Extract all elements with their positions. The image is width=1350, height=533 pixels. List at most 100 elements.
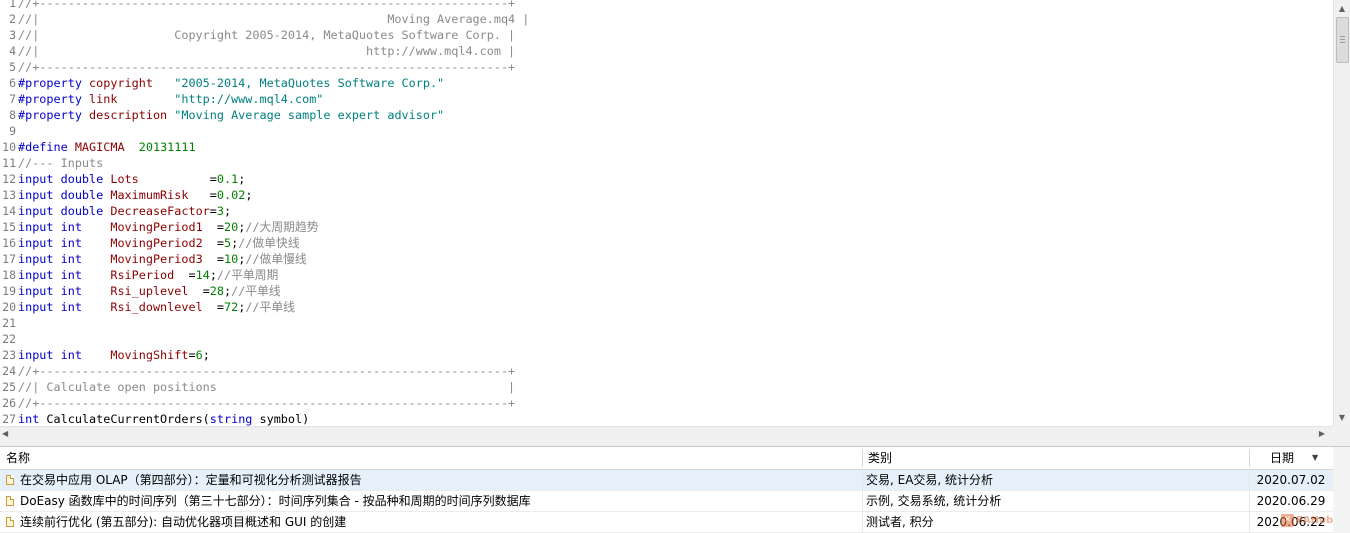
code-token: input int [18,284,111,298]
articles-list: 名称 类别 日期 ▼ 在交易中应用 OLAP（第四部分）：定量和可视化分析测试器… [0,447,1350,533]
code-token: link [89,92,175,106]
code-token: //平单线 [245,300,295,314]
code-line[interactable]: 24//+-----------------------------------… [0,363,529,379]
code-token: //| Copyright 2005-2014, MetaQuotes Soft… [18,28,516,42]
code-line[interactable]: 6 #property copyright "2005-2014, MetaQuo… [0,75,529,91]
code-token: #property [18,108,90,122]
code-line[interactable]: 10 #define MAGICMA 20131111 [0,139,529,155]
code-line[interactable]: 23 input int MovingShift=6; [0,347,529,363]
panel-splitter[interactable] [0,440,1350,447]
code-token: DecreaseFactor [110,204,210,218]
code-token: //--- Inputs [18,156,104,170]
article-date: 2020.07.02 [1256,473,1326,487]
code-line[interactable]: 11//--- Inputs [0,155,529,171]
scrollbar-thumb[interactable] [1336,17,1349,63]
code-line[interactable]: 27 int CalculateCurrentOrders(string symb… [0,411,529,426]
code-line[interactable]: 25//| Calculate open positions | [0,379,529,395]
code-token: //平单线 [231,284,281,298]
scroll-right-icon[interactable]: ▶ [1319,427,1325,440]
code-token: Rsi_uplevel [110,284,203,298]
code-editor[interactable]: 1//+------------------------------------… [0,0,1333,426]
code-line[interactable]: 8 #property description "Moving Average s… [0,107,529,123]
code-token: 20 [224,220,239,234]
code-token: //做单慢线 [245,252,307,266]
code-line[interactable]: 1//+------------------------------------… [0,0,529,11]
code-token: //+-------------------------------------… [18,0,516,10]
code-line[interactable]: 15 input int MovingPeriod1 =20;//大周期趋势 [0,219,529,235]
line-number: 12 [2,172,16,186]
code-line[interactable]: 9 [0,123,529,139]
code-line[interactable]: 7 #property link "http://www.mql4.com" [0,91,529,107]
article-category: 测试者, 积分 [866,515,934,529]
code-line[interactable]: 4//| http://www.mql4.com | [0,43,529,59]
code-token: "2005-2014, MetaQuotes Software Corp." [174,76,445,90]
code-token: #property [18,92,90,106]
line-number: 22 [2,332,16,346]
code-line[interactable]: 2//| Moving Average.mq4 | [0,11,529,27]
article-row[interactable]: DoEasy 函数库中的时间序列（第三十七部分）：时间序列集合 - 按品种和周期… [0,491,1333,512]
article-title[interactable]: 在交易中应用 OLAP（第四部分）：定量和可视化分析测试器报告 [20,470,362,491]
code-line[interactable]: 5//+------------------------------------… [0,59,529,75]
code-token: = [216,236,224,250]
code-line[interactable]: 22 [0,331,529,347]
line-number: 26 [2,396,16,410]
line-number: 16 [2,236,16,250]
code-line[interactable]: 26//+-----------------------------------… [0,395,529,411]
code-token: //+-------------------------------------… [18,396,516,410]
list-vertical-scrollbar[interactable] [1333,447,1350,533]
column-header-date[interactable]: 日期 [1249,447,1309,469]
code-line[interactable]: 19 input int Rsi_uplevel =28;//平单线 [0,283,529,299]
line-number: 5 [9,60,16,74]
editor-horizontal-scrollbar[interactable]: ◀ ▶ [0,426,1333,440]
code-line[interactable]: 14 input double DecreaseFactor=3; [0,203,529,219]
code-token: input int [18,348,111,362]
column-header-category[interactable]: 类别 [862,447,1249,469]
code-token: input int [18,300,111,314]
code-line[interactable]: 13 input double MaximumRisk =0.02; [0,187,529,203]
code-line[interactable]: 20 input int Rsi_downlevel =72;//平单线 [0,299,529,315]
code-token: = [188,348,196,362]
line-number: 8 [9,108,16,122]
code-token: 0.1 [216,172,239,186]
scroll-up-icon[interactable]: ▲ [1334,0,1350,17]
line-number: 25 [2,380,16,394]
code-line[interactable]: 17 input int MovingPeriod3 =10;//做单慢线 [0,251,529,267]
line-number: 14 [2,204,16,218]
code-token: = [209,204,217,218]
article-title[interactable]: 连续前行优化 (第五部分): 自动优化器项目概述和 GUI 的创建 [20,512,346,533]
scroll-down-icon[interactable]: ▼ [1334,409,1350,426]
code-line[interactable]: 21 [0,315,529,331]
code-token: Lots [110,172,210,186]
code-line[interactable]: 3//| Copyright 2005-2014, MetaQuotes Sof… [0,27,529,43]
article-row[interactable]: 在交易中应用 OLAP（第四部分）：定量和可视化分析测试器报告 交易, EA交易,… [0,470,1333,491]
code-token: int [18,412,47,426]
line-number: 11 [2,156,16,170]
code-token: MovingPeriod3 [110,252,217,266]
code-token: //+-------------------------------------… [18,364,516,378]
code-token: MovingShift [110,348,189,362]
code-token: copyright [89,76,175,90]
code-line[interactable]: 18 input int RsiPeriod =14;//平单周期 [0,267,529,283]
sort-descending-icon[interactable]: ▼ [1312,447,1318,469]
article-row[interactable]: 连续前行优化 (第五部分): 自动优化器项目概述和 GUI 的创建 测试者, 积分… [0,512,1333,533]
scroll-left-icon[interactable]: ◀ [2,427,8,440]
code-token: input int [18,220,111,234]
code-lines[interactable]: 1//+------------------------------------… [0,0,529,426]
code-line[interactable]: 16 input int MovingPeriod2 =5;//做单快线 [0,235,529,251]
line-number: 7 [9,92,16,106]
cell-divider [862,491,863,512]
code-token: 72 [224,300,239,314]
editor-vertical-scrollbar[interactable]: ▲ ▼ [1333,0,1350,426]
column-header-name[interactable]: 名称 [0,447,862,469]
code-token: //| Moving Average.mq4 | [18,12,530,26]
code-token: //| Calculate open positions | [18,380,516,394]
code-token: string [209,412,260,426]
line-number: 21 [2,316,16,330]
code-token: ; [238,172,246,186]
logo-icon: ✕ [1281,513,1294,527]
line-number: 4 [9,44,16,58]
article-title[interactable]: DoEasy 函数库中的时间序列（第三十七部分）：时间序列集合 - 按品种和周期… [20,491,531,512]
code-token: input double [18,188,111,202]
code-line[interactable]: 12 input double Lots =0.1; [0,171,529,187]
line-number: 6 [9,76,16,90]
